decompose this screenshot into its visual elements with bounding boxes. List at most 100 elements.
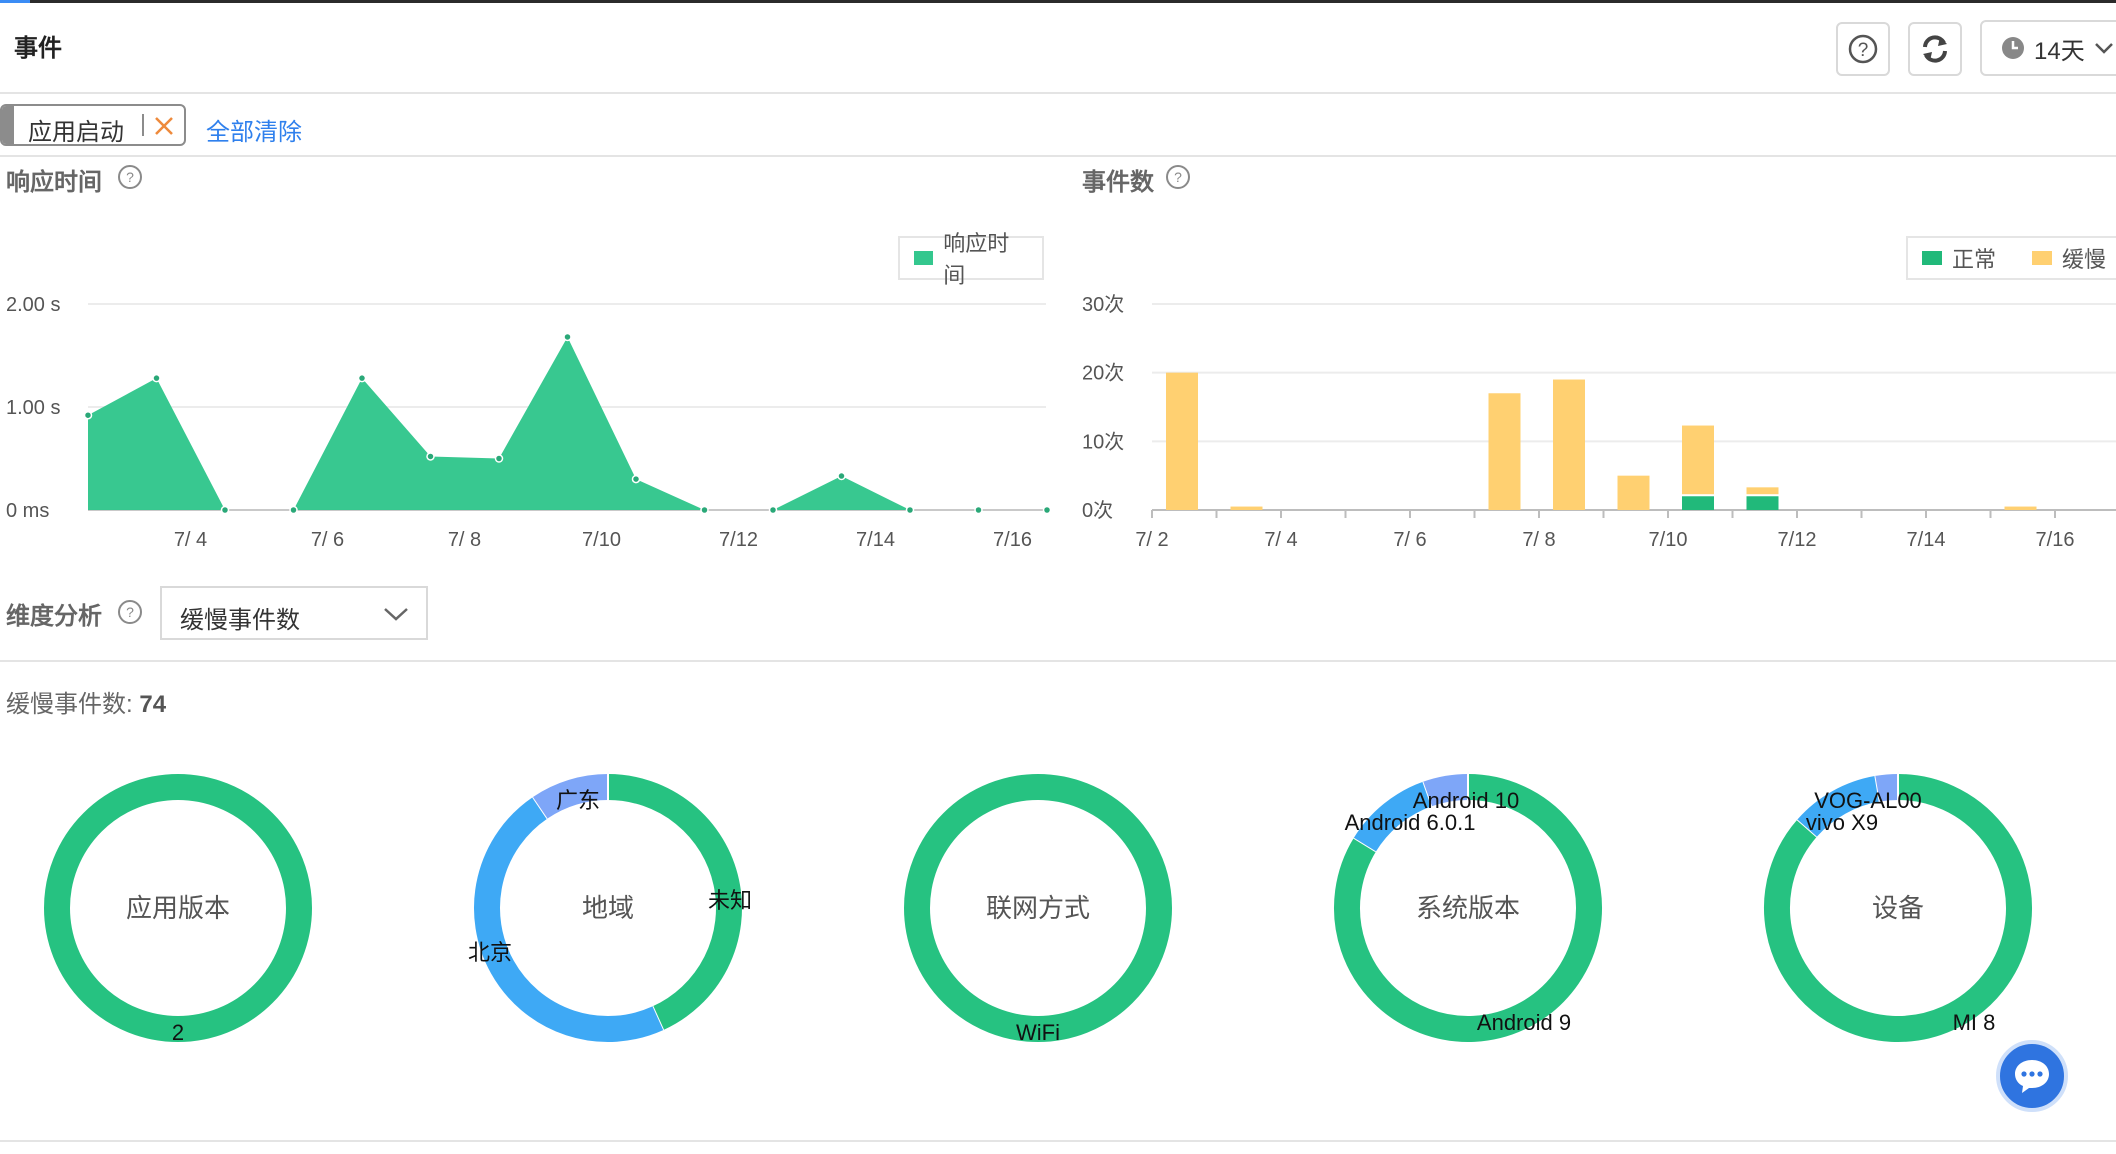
donut-chart: 应用版本 2 xyxy=(44,774,312,1045)
response-time-chart: 2.00 s 1.00 s 0 ms 7/ 4 7/ 6 7/ 8 7/10 7/12 7/14… xyxy=(6,294,1052,551)
donut-segment-label: MI 8 xyxy=(1953,1010,1996,1035)
clock-icon xyxy=(2002,37,2024,59)
legend-swatch-normal xyxy=(1922,251,1942,265)
close-icon[interactable] xyxy=(152,114,176,138)
filter-tag[interactable]: 应用启动 xyxy=(0,104,186,146)
data-point xyxy=(700,505,709,515)
event-count-chart: 30次 20次 10次 0次 7/ 2 7/ 4 7/ 6 7/ 8 7/10 7/12 7/14 7… xyxy=(1082,293,2116,551)
donut-segment-label: vivo X9 xyxy=(1806,810,1878,835)
x-tick-label: 7/16 xyxy=(993,529,1032,551)
data-point xyxy=(83,410,93,420)
donut-segment-label: 未知 xyxy=(708,888,752,913)
bar-slow xyxy=(2004,506,2037,510)
dimension-donuts: 应用版本2地域广东未知北京联网方式WiFi系统版本Android 10Andro… xyxy=(44,774,2032,1045)
data-point xyxy=(289,505,298,515)
help-circle-icon[interactable]: ? xyxy=(118,165,142,189)
donut-chart: 设备VOG-AL00vivo X9MI 8 xyxy=(1764,774,2032,1042)
refresh-button[interactable] xyxy=(1908,22,1962,76)
clear-all-link[interactable]: 全部清除 xyxy=(206,112,302,147)
data-point xyxy=(1042,505,1052,515)
bar-slow xyxy=(1230,506,1263,510)
x-tick-label: 7/ 6 xyxy=(311,529,344,551)
donut-segment-label: WiFi xyxy=(1016,1020,1060,1045)
y-tick-label: 0 ms xyxy=(6,500,49,522)
x-tick-label: 7/12 xyxy=(719,529,758,551)
donut-segment-label: 2 xyxy=(172,1020,184,1045)
filter-divider xyxy=(0,155,2116,157)
data-point xyxy=(768,505,778,515)
response-time-title: 响应时间 xyxy=(6,169,102,196)
response-time-area xyxy=(88,336,1047,510)
page-title: 事件 xyxy=(14,35,62,62)
dimension-select[interactable]: 缓慢事件数 xyxy=(160,586,428,640)
data-point xyxy=(905,505,915,515)
bar-slow xyxy=(1682,425,1714,495)
x-tick-label: 7/12 xyxy=(1778,529,1817,551)
data-point xyxy=(494,454,504,463)
tag-separator xyxy=(142,114,144,136)
top-accent xyxy=(0,0,30,3)
x-tick-label: 7/10 xyxy=(582,529,621,551)
donut-center-label: 联网方式 xyxy=(986,893,1090,923)
svg-text:?: ? xyxy=(1858,40,1869,61)
data-point xyxy=(631,474,641,484)
bar-normal xyxy=(1746,496,1779,510)
x-tick-label: 7/10 xyxy=(1649,529,1688,551)
y-tick-label: 20次 xyxy=(1082,362,1124,385)
donut-chart: 系统版本Android 10Android 6.0.1Android 9 xyxy=(1334,774,1602,1042)
bar-slow xyxy=(1617,475,1650,510)
legend-label-slow: 缓慢 xyxy=(2062,247,2107,272)
dimension-divider xyxy=(0,660,2116,662)
x-tick-label: 7/16 xyxy=(2036,529,2075,551)
donut-center-label: 地域 xyxy=(582,893,634,923)
tag-grip xyxy=(2,106,14,144)
y-tick-label: 1.00 s xyxy=(6,397,60,419)
data-point xyxy=(974,505,983,515)
question-circle-icon: ? xyxy=(1848,34,1878,64)
help-button[interactable]: ? xyxy=(1836,22,1890,76)
bar-slow xyxy=(1488,393,1521,510)
filter-tag-label: 应用启动 xyxy=(28,119,124,146)
legend-label-normal: 正常 xyxy=(1952,247,1997,272)
bar-slow xyxy=(1166,372,1198,510)
chat-bubble-icon xyxy=(2015,1060,2049,1093)
donut-chart: 地域 广东未知北京 xyxy=(468,774,752,1042)
summary-label: 缓慢事件数: xyxy=(6,691,140,718)
chevron-down-icon xyxy=(384,608,408,621)
event-count-legend[interactable]: 正常 缓慢 xyxy=(1906,236,2116,280)
top-border xyxy=(0,0,2116,3)
legend-swatch-slow xyxy=(2032,251,2053,265)
bottom-divider xyxy=(0,1140,2116,1142)
y-tick-label: 0次 xyxy=(1082,499,1113,522)
donut-segment-label: Android 9 xyxy=(1477,1010,1571,1035)
header-divider xyxy=(0,92,2116,94)
x-tick-label: 7/ 4 xyxy=(174,529,207,551)
donut-segment-label: Android 6.0.1 xyxy=(1345,810,1476,835)
chat-button[interactable] xyxy=(1996,1040,2068,1112)
dimension-title: 维度分析 xyxy=(6,603,102,630)
chevron-down-icon xyxy=(2094,43,2113,54)
x-tick-label: 7/ 4 xyxy=(1264,529,1297,551)
x-tick-label: 7/ 2 xyxy=(1135,529,1168,551)
y-tick-label: 2.00 s xyxy=(6,294,60,316)
bar-slow xyxy=(1553,379,1585,510)
donut-center-label: 设备 xyxy=(1872,893,1924,923)
time-range-selector[interactable]: 14天 xyxy=(1980,20,2116,76)
data-point xyxy=(426,452,435,461)
x-tick-label: 7/ 8 xyxy=(1522,529,1555,551)
help-circle-icon[interactable]: ? xyxy=(1166,165,1190,189)
donut-chart: 联网方式 WiFi xyxy=(904,774,1172,1045)
dimension-select-value: 缓慢事件数 xyxy=(180,607,300,634)
x-tick-label: 7/14 xyxy=(1907,529,1946,551)
data-point xyxy=(563,332,572,342)
help-circle-icon[interactable]: ? xyxy=(118,600,142,624)
donut-center-label: 系统版本 xyxy=(1416,893,1520,923)
response-time-legend[interactable]: 响应时间 xyxy=(898,231,1044,288)
summary-value: 74 xyxy=(139,691,167,718)
time-range-label: 14天 xyxy=(2034,37,2085,65)
event-count-title: 事件数 xyxy=(1082,169,1154,196)
legend-swatch xyxy=(914,251,934,265)
x-tick-label: 7/14 xyxy=(856,529,895,551)
data-point xyxy=(357,373,367,383)
y-tick-label: 30次 xyxy=(1082,293,1124,316)
